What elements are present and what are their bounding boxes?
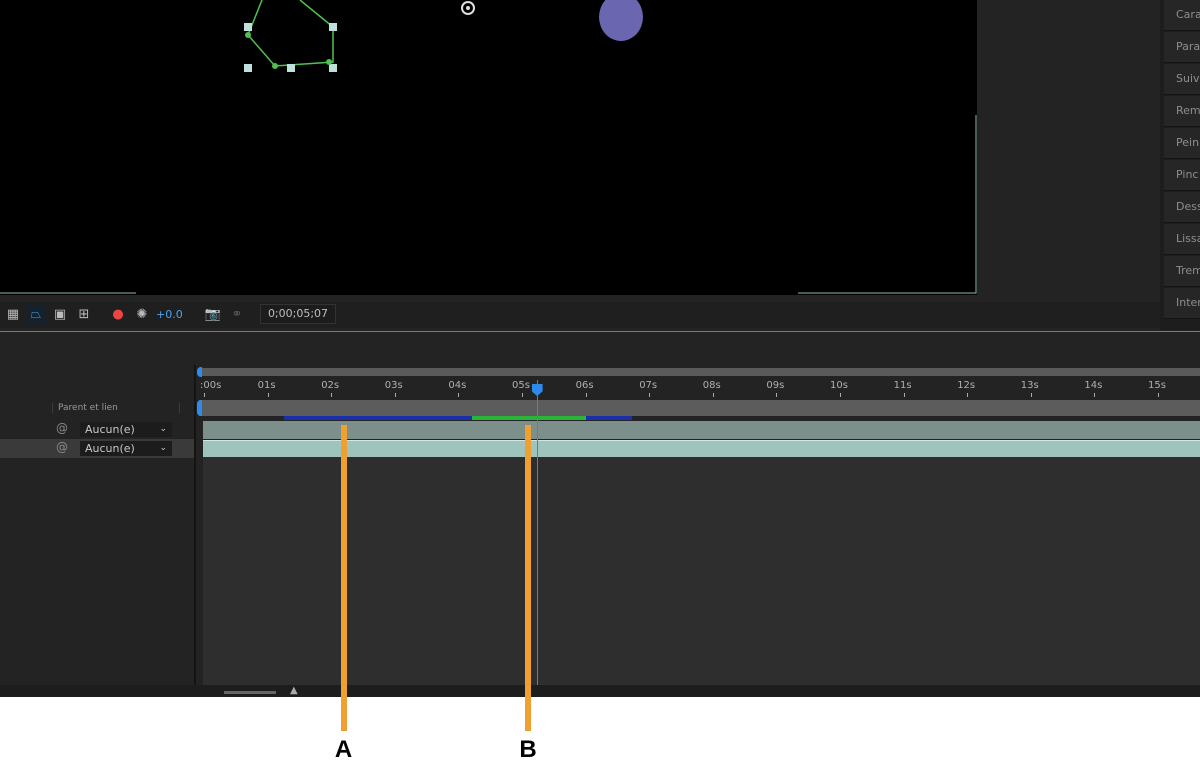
layer-row[interactable]: @ Aucun(e) ⌄ <box>0 439 194 458</box>
panel-item[interactable]: Rem <box>1164 96 1200 127</box>
ruler-tick <box>1030 393 1032 397</box>
ruler-label: 11s <box>893 380 912 391</box>
ruler-tick <box>903 393 905 397</box>
parent-dropdown[interactable]: Aucun(e) ⌄ <box>80 441 172 456</box>
pickwhip-icon[interactable]: @ <box>56 421 68 435</box>
mask-visibility-icon[interactable]: ⏢ <box>27 306 45 324</box>
ruler-label: 04s <box>448 380 467 391</box>
panel-item[interactable]: Pein <box>1164 128 1200 159</box>
ruler-label: 14s <box>1084 380 1103 391</box>
channel-icon[interactable]: ● <box>109 306 127 324</box>
parent-value: Aucun(e) <box>85 423 135 436</box>
ruler-label: 06s <box>575 380 594 391</box>
column-header-parent: Parent et lien <box>52 403 180 413</box>
annotation-marker <box>340 425 347 731</box>
ruler-label: 07s <box>639 380 658 391</box>
ruler-label: 15s <box>1148 380 1166 391</box>
pickwhip-icon[interactable]: @ <box>56 440 68 454</box>
ruler-label: 05s <box>512 380 530 391</box>
panel-item[interactable]: Lissa <box>1164 224 1200 255</box>
time-navigator[interactable] <box>199 368 1200 376</box>
zoom-in-icon[interactable]: ▲ <box>290 685 298 696</box>
ruler-label: 03s <box>384 380 403 391</box>
zoom-slider[interactable] <box>224 691 276 694</box>
ruler-label: 10s <box>830 380 848 391</box>
timeline-track-area[interactable] <box>203 457 1200 685</box>
guides-icon[interactable]: ⊞ <box>75 306 93 324</box>
transparency-grid-icon[interactable]: ▦ <box>4 306 22 324</box>
chevron-down-icon: ⌄ <box>159 424 167 434</box>
ruler-tick <box>1158 393 1159 397</box>
ruler-tick <box>204 393 205 397</box>
show-snapshot-icon[interactable]: ⚭ <box>228 306 246 324</box>
ruler-tick <box>649 393 651 397</box>
composition-viewer[interactable] <box>0 0 977 295</box>
ruler-label: :00s <box>200 380 222 391</box>
ruler-label: 12s <box>957 380 976 391</box>
annotation-marker <box>525 425 532 731</box>
cached-frames-bar <box>472 416 586 420</box>
ruler-tick <box>331 393 333 397</box>
panel-divider <box>0 331 1200 332</box>
layer-list: Parent et lien @ Aucun(e) ⌄ @ Aucun(e) ⌄ <box>0 365 196 685</box>
layer-bar-2[interactable] <box>203 440 1200 457</box>
exposure-value[interactable]: +0.0 <box>156 306 183 324</box>
panel-item[interactable]: Cara <box>1164 0 1200 31</box>
layer-bar-1[interactable] <box>203 421 1200 439</box>
ruler-tick <box>394 393 396 397</box>
playhead-line[interactable] <box>536 380 538 685</box>
snapshot-camera-icon[interactable]: 📷 <box>204 306 222 324</box>
ruler-tick <box>776 393 778 397</box>
ruler-tick <box>1094 393 1096 397</box>
panel-item[interactable]: Inter <box>1164 288 1200 319</box>
annotation-label: A <box>334 736 353 763</box>
mask-path[interactable] <box>0 0 977 295</box>
annotation-label: B <box>519 736 537 763</box>
parent-dropdown[interactable]: Aucun(e) ⌄ <box>80 422 172 437</box>
ruler-tick <box>458 393 460 397</box>
panel-item[interactable]: Pinc <box>1164 160 1200 191</box>
parent-value: Aucun(e) <box>85 442 135 455</box>
ruler-tick <box>840 393 841 397</box>
region-of-interest-icon[interactable]: ▣ <box>51 306 69 324</box>
timeline-footer: ▲ <box>0 685 1200 697</box>
footage-object <box>599 0 643 41</box>
panel-item[interactable]: Dess <box>1164 192 1200 223</box>
chevron-down-icon: ⌄ <box>159 443 167 453</box>
layer-row[interactable]: @ Aucun(e) ⌄ <box>0 421 194 439</box>
ruler-tick <box>522 393 523 397</box>
exposure-icon[interactable]: ✺ <box>133 306 151 324</box>
ruler-label: 02s <box>321 380 340 391</box>
viewer-toolbar: ▦ ⏢ ▣ ⊞ ● ✺ +0.0 📷 ⚭ <box>0 302 1160 328</box>
effects-panel: Cara Para Suiv Rem Pein Pinc Dess Lissa … <box>1160 0 1200 330</box>
ruler-label: 01s <box>257 380 276 391</box>
ruler-tick <box>585 393 587 397</box>
panel-item[interactable]: Para <box>1164 32 1200 63</box>
current-time-display[interactable]: 0;00;05;07 <box>260 304 336 324</box>
ruler-label: 08s <box>702 380 721 391</box>
work-area-bar[interactable] <box>199 400 1200 416</box>
panel-item[interactable]: Suiv <box>1164 64 1200 95</box>
time-ruler[interactable]: :00s 01s 02s 03s 04s 05s 06s 07s 08s 09s 10s 11s 12s… <box>199 377 1200 399</box>
ruler-label: 09s <box>766 380 785 391</box>
anchor-point-icon <box>461 1 475 15</box>
ruler-tick <box>712 393 714 397</box>
ruler-tick <box>967 393 969 397</box>
ruler-label: 13s <box>1020 380 1039 391</box>
navigator-start-handle[interactable] <box>197 367 202 377</box>
panel-item[interactable]: Trem <box>1164 256 1200 287</box>
work-area-start-handle[interactable] <box>197 400 202 416</box>
ruler-tick <box>267 393 269 397</box>
